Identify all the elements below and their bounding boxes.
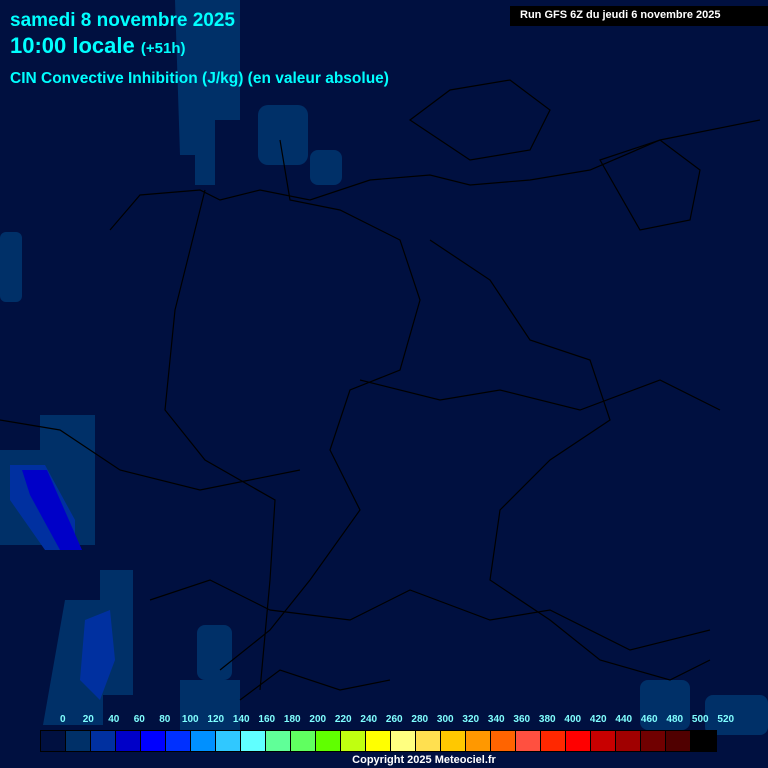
legend-label: 0: [59, 714, 66, 725]
lead-time: (+51h): [140, 40, 186, 57]
run-info: Run GFS 6Z du jeudi 6 novembre 2025: [510, 6, 768, 26]
legend-color-bar: [40, 730, 717, 752]
legend-swatch: [216, 731, 241, 751]
legend-swatch: [616, 731, 641, 751]
legend-label: 440: [615, 714, 633, 725]
legend-swatch: [566, 731, 591, 751]
legend-swatch: [341, 731, 366, 751]
legend-swatch: [66, 731, 91, 751]
legend-swatch: [41, 731, 66, 751]
legend-label: 240: [360, 714, 378, 725]
local-time: 10:00 locale: [10, 33, 135, 58]
legend-swatch: [541, 731, 566, 751]
legend-label: 300: [436, 714, 454, 725]
legend-label: 340: [487, 714, 505, 725]
legend-swatch: [291, 731, 316, 751]
legend-label: 460: [640, 714, 658, 725]
legend-label: 400: [564, 714, 582, 725]
legend-label: 280: [411, 714, 429, 725]
legend-label: 360: [513, 714, 531, 725]
legend-swatch: [166, 731, 191, 751]
legend-swatch: [691, 731, 716, 751]
legend-swatch: [241, 731, 266, 751]
legend-swatch: [491, 731, 516, 751]
legend-label: 480: [666, 714, 684, 725]
legend-swatch: [116, 731, 141, 751]
legend-label: 40: [108, 714, 120, 725]
legend-swatch: [366, 731, 391, 751]
legend-label: 420: [589, 714, 607, 725]
forecast-time: 10:00 locale (+51h): [10, 33, 185, 59]
legend-swatch: [416, 731, 441, 751]
legend-swatch: [391, 731, 416, 751]
legend-swatch: [641, 731, 666, 751]
parameter-title: CIN Convective Inhibition (J/kg) (en val…: [10, 70, 389, 87]
legend-label: 380: [538, 714, 556, 725]
legend-swatch: [666, 731, 691, 751]
legend-label: 80: [159, 714, 171, 725]
legend-label: 60: [133, 714, 145, 725]
legend-label: 500: [691, 714, 709, 725]
legend-labels: 0 20 40 60 80 100 120 140 160 180 200 220 240 260 280 3…: [40, 714, 734, 728]
legend-swatch: [516, 731, 541, 751]
legend-label: 260: [385, 714, 403, 725]
legend-swatch: [141, 731, 166, 751]
legend-label: 140: [232, 714, 250, 725]
legend-label: 160: [258, 714, 276, 725]
legend-swatch: [191, 731, 216, 751]
legend-swatch: [91, 731, 116, 751]
legend-label: 220: [334, 714, 352, 725]
legend-label: 520: [717, 714, 735, 725]
legend-swatch: [466, 731, 491, 751]
cin-shading: [0, 0, 768, 735]
legend-label: 180: [283, 714, 301, 725]
cin-map: [0, 0, 768, 735]
legend-label: 120: [207, 714, 225, 725]
copyright: Copyright 2025 Meteociel.fr: [352, 754, 496, 766]
legend-label: 320: [462, 714, 480, 725]
legend-swatch: [591, 731, 616, 751]
legend-swatch: [441, 731, 466, 751]
legend-label: 200: [309, 714, 327, 725]
forecast-date: samedi 8 novembre 2025: [10, 10, 235, 31]
legend-swatch: [266, 731, 291, 751]
legend-swatch: [316, 731, 341, 751]
legend-label: 100: [181, 714, 199, 725]
legend-label: 20: [82, 714, 94, 725]
